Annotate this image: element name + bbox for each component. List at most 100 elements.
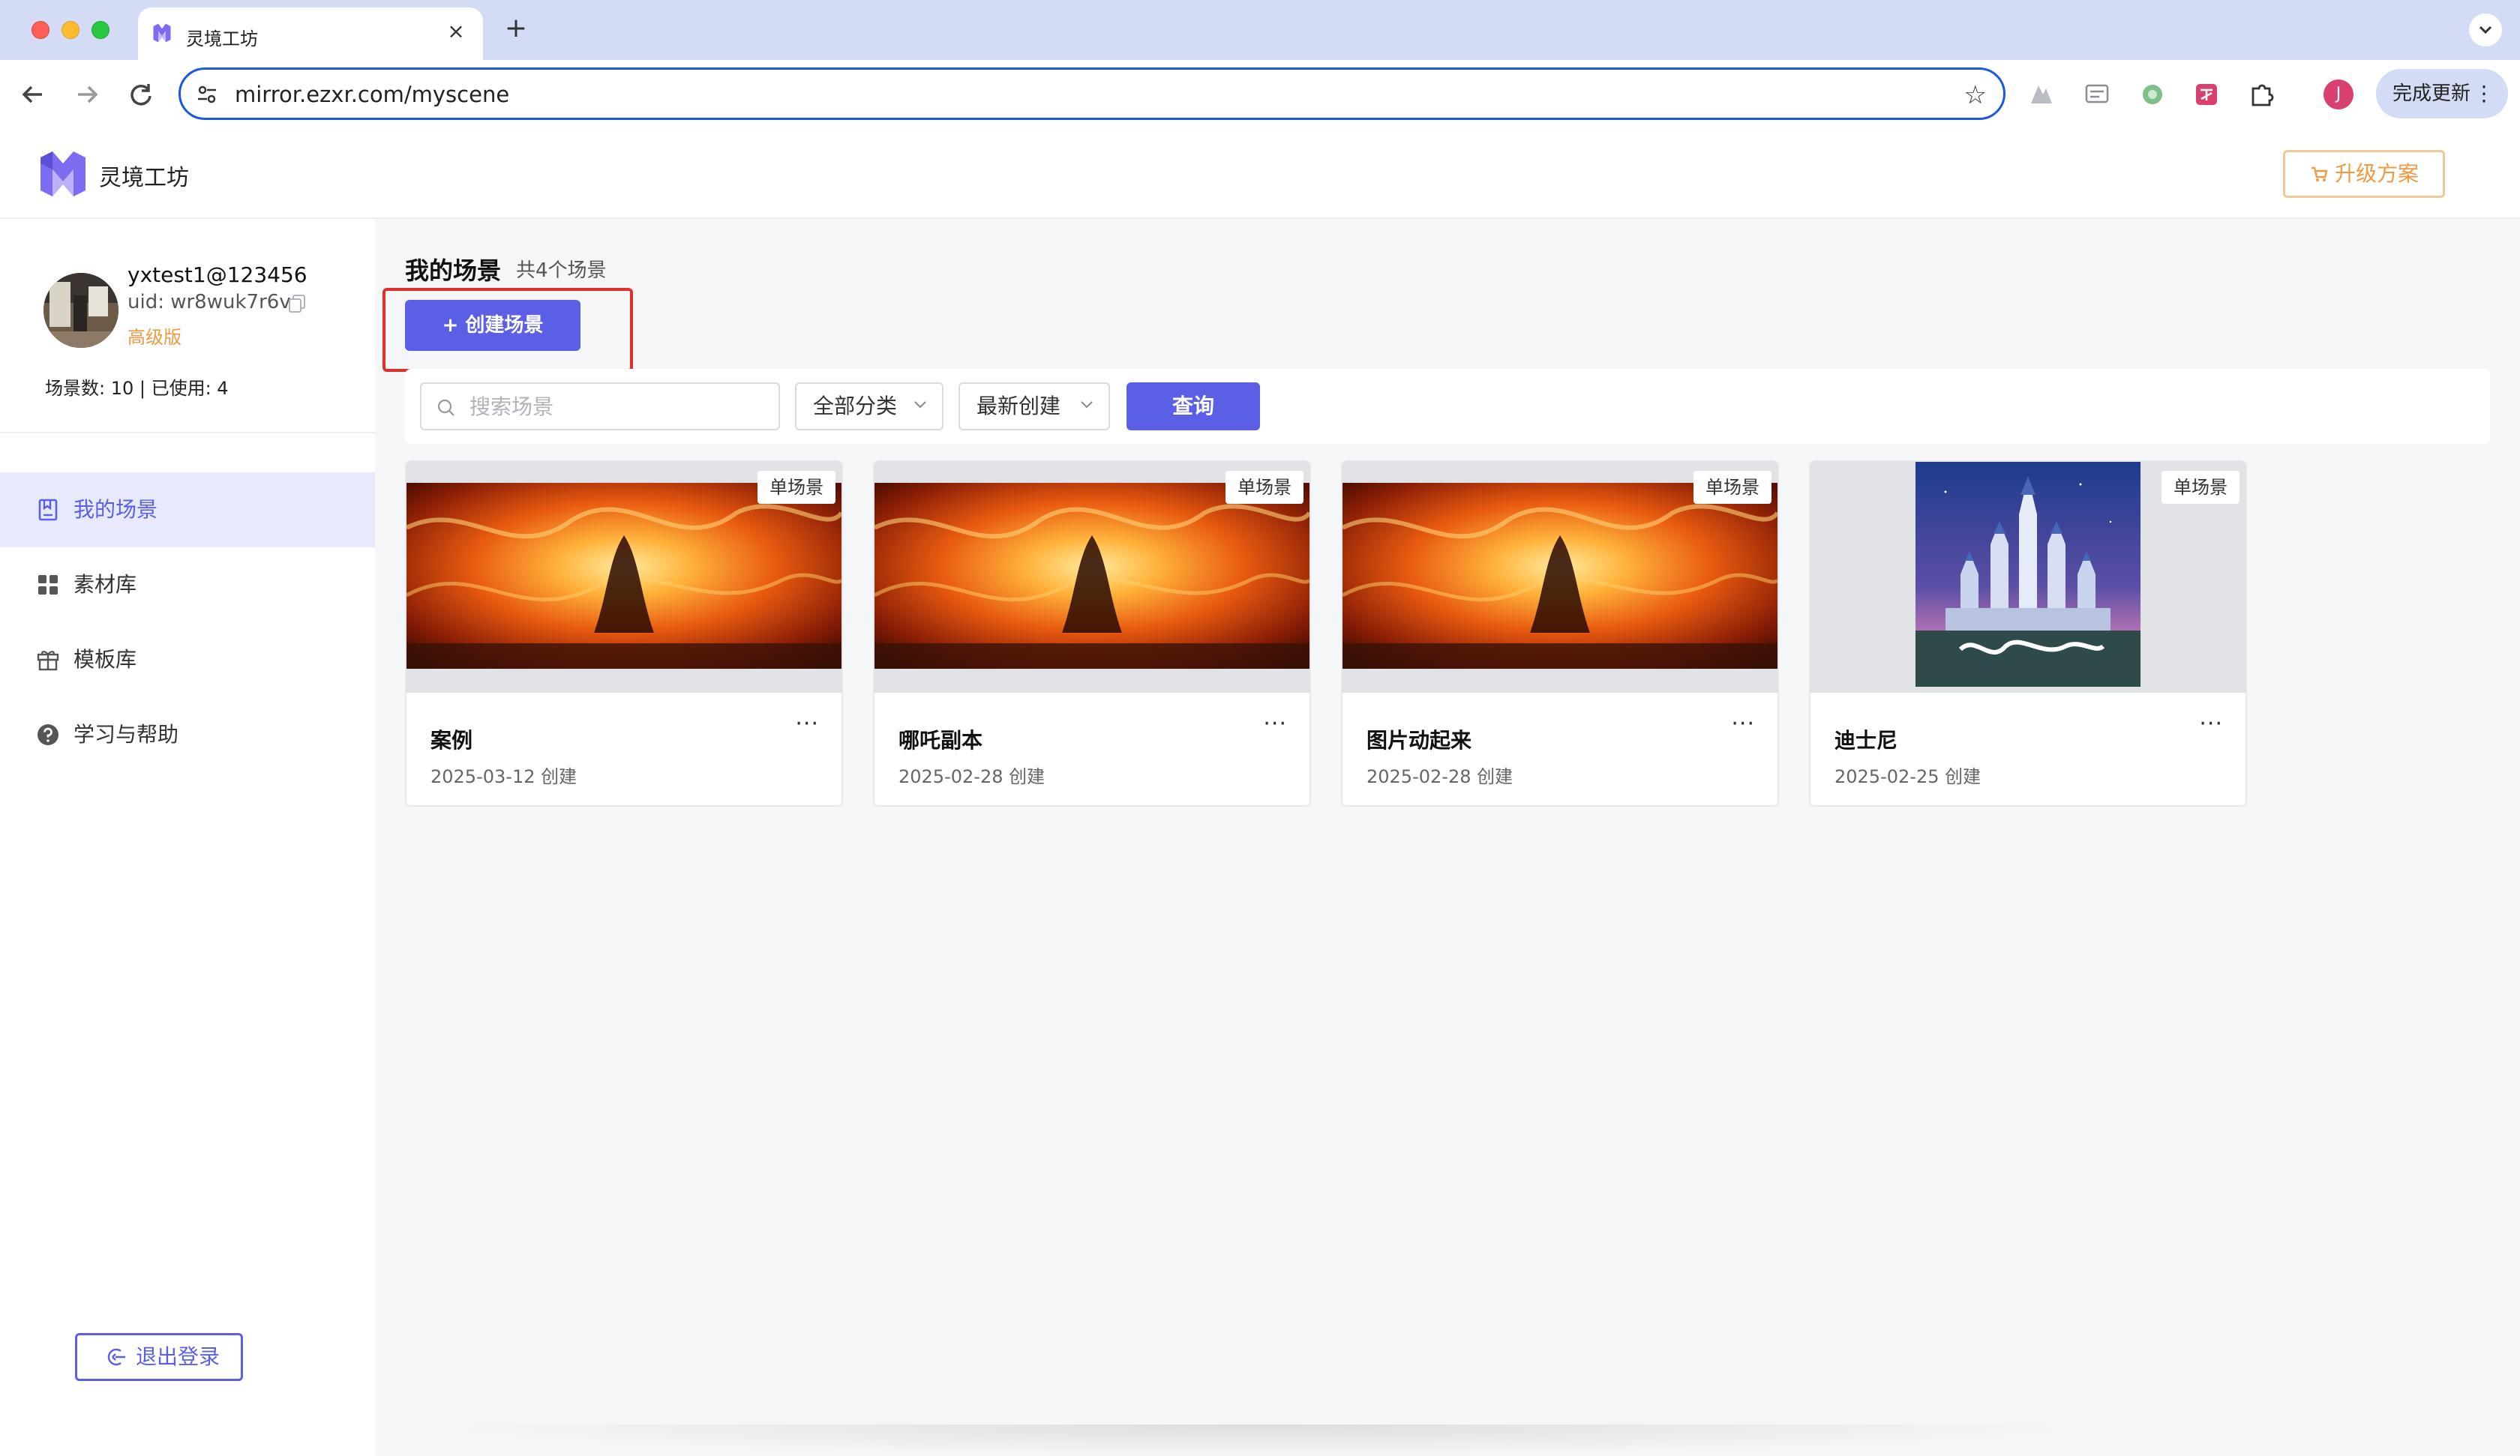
app-header: 灵境工坊 升级方案: [0, 129, 2520, 219]
fire-artwork-image: [874, 483, 1310, 669]
extension-a-icon[interactable]: [2025, 78, 2058, 111]
arrow-left-icon: [22, 85, 42, 103]
more-options-icon[interactable]: ···: [1263, 711, 1287, 737]
card-thumbnail[interactable]: 单场景: [1342, 462, 1778, 693]
sidebar-item-label: 我的场景: [74, 497, 158, 522]
bookmark-star-icon[interactable]: ☆: [1964, 80, 1987, 110]
card-title[interactable]: 迪士尼: [1834, 724, 1898, 754]
user-name: yxtest1@123456: [128, 262, 308, 287]
search-input[interactable]: [470, 385, 770, 427]
close-icon[interactable]: ×: [442, 18, 470, 45]
profile-avatar[interactable]: J: [2324, 79, 2354, 109]
card-thumbnail[interactable]: 单场景: [874, 462, 1310, 693]
sidebar-item-help[interactable]: 学习与帮助: [0, 697, 375, 772]
extension-red-icon[interactable]: [2190, 78, 2223, 111]
more-options-icon[interactable]: ···: [1731, 711, 1755, 737]
window-close-button[interactable]: [32, 21, 50, 39]
sort-select[interactable]: 最新创建: [958, 382, 1110, 430]
card-date: 2025-02-28 创建: [1366, 766, 1514, 787]
sidebar-divider: [0, 432, 375, 433]
reload-icon: [130, 84, 152, 106]
scene-quota: 场景数: 10 | 已使用: 4: [45, 378, 229, 399]
logout-label: 退出登录: [136, 1344, 220, 1369]
user-uid: uid: wr8wuk7r6v: [128, 291, 291, 313]
browser-toolbar: mirror.ezxr.com/myscene ☆ J 完成更新 ⋮: [0, 60, 2520, 129]
more-options-icon[interactable]: ···: [2199, 711, 2223, 737]
card-date: 2025-02-25 创建: [1834, 766, 1982, 787]
brand-name[interactable]: 灵境工坊: [99, 159, 189, 192]
scene-card[interactable]: 单场景 迪士尼 2025-02-25 创建 ···: [1809, 460, 2247, 807]
gift-icon: [37, 651, 59, 671]
extension-green-icon[interactable]: [2136, 78, 2169, 111]
back-button[interactable]: [15, 76, 51, 112]
scene-card[interactable]: 单场景 案例 2025-03-12 创建 ···: [405, 460, 843, 807]
query-button[interactable]: 查询: [1126, 382, 1260, 430]
sidebar-item-label: 模板库: [74, 647, 137, 672]
upgrade-label: 升级方案: [2334, 161, 2419, 186]
window-minimize-button[interactable]: [62, 21, 80, 39]
sidebar-item-label: 学习与帮助: [74, 722, 179, 747]
card-date: 2025-02-28 创建: [898, 766, 1046, 787]
copy-icon[interactable]: [288, 294, 306, 313]
tab-search-button[interactable]: [2469, 13, 2502, 46]
scene-card[interactable]: 单场景 图片动起来 2025-02-28 创建 ···: [1341, 460, 1779, 807]
tab-title: 灵境工坊: [186, 28, 258, 49]
address-bar[interactable]: mirror.ezxr.com/myscene ☆: [178, 67, 2006, 120]
app-logo-icon: [153, 23, 171, 43]
category-select[interactable]: 全部分类: [795, 382, 944, 430]
bottom-shadow: [420, 1425, 2100, 1456]
sidebar-item-templates[interactable]: 模板库: [0, 622, 375, 697]
page-title: 我的场景: [405, 256, 502, 285]
reload-button[interactable]: [123, 76, 159, 112]
card-thumbnail[interactable]: 单场景: [406, 462, 842, 693]
chevron-down-icon: [2479, 25, 2492, 34]
logout-icon: [107, 1348, 125, 1366]
more-options-icon[interactable]: ···: [795, 711, 819, 737]
fire-artwork-image: [1342, 483, 1778, 669]
url-text[interactable]: mirror.ezxr.com/myscene: [235, 82, 509, 107]
card-title[interactable]: 案例: [430, 724, 472, 754]
filter-bar: 全部分类 最新创建 查询: [405, 369, 2490, 444]
browser-tab[interactable]: 灵境工坊 ×: [138, 7, 483, 60]
bookmark-icon: [38, 499, 58, 521]
logout-button[interactable]: 退出登录: [75, 1333, 243, 1381]
forward-button[interactable]: [69, 76, 105, 112]
new-tab-button[interactable]: +: [501, 13, 531, 43]
card-title[interactable]: 图片动起来: [1366, 724, 1472, 754]
card-title[interactable]: 哪吒副本: [898, 724, 982, 754]
fire-artwork-image: [406, 483, 842, 669]
avatar-photo: [44, 273, 118, 348]
scene-type-badge: 单场景: [1226, 471, 1304, 504]
update-button[interactable]: 完成更新 ⋮: [2376, 69, 2508, 118]
create-scene-button[interactable]: + 创建场景: [405, 300, 580, 351]
scene-type-badge: 单场景: [2162, 471, 2240, 504]
puzzle-icon[interactable]: [2246, 78, 2278, 111]
arrow-right-icon: [78, 85, 98, 103]
upgrade-button[interactable]: 升级方案: [2283, 150, 2445, 198]
card-date: 2025-03-12 创建: [430, 766, 578, 787]
app-logo-icon[interactable]: [39, 148, 87, 199]
cart-icon: [2311, 166, 2328, 181]
sort-select-value: 最新创建: [976, 394, 1061, 418]
scene-card[interactable]: 单场景 哪吒副本 2025-02-28 创建 ···: [873, 460, 1311, 807]
scene-count: 共4个场景: [516, 259, 607, 282]
grid-icon: [38, 575, 58, 595]
sidebar-item-materials[interactable]: 素材库: [0, 547, 375, 622]
scene-type-badge: 单场景: [758, 471, 836, 504]
user-tier-badge: 高级版: [128, 327, 182, 348]
avatar[interactable]: [44, 273, 118, 348]
sidebar: yxtest1@123456 uid: wr8wuk7r6v 高级版 场景数: …: [0, 219, 375, 1456]
chevron-down-icon: [1081, 401, 1093, 409]
card-thumbnail[interactable]: 单场景: [1810, 462, 2246, 693]
chevron-down-icon: [914, 401, 926, 409]
window-maximize-button[interactable]: [92, 21, 110, 39]
extension-translate-icon[interactable]: [2080, 78, 2114, 111]
scene-type-badge: 单场景: [1694, 471, 1772, 504]
category-select-value: 全部分类: [813, 394, 898, 418]
site-settings-icon: [198, 85, 216, 103]
castle-photo-image: [1916, 462, 2140, 687]
sidebar-item-my-scenes[interactable]: 我的场景: [0, 472, 375, 547]
update-label: 完成更新: [2392, 82, 2471, 105]
help-icon: [38, 724, 58, 745]
search-box[interactable]: [420, 382, 780, 430]
